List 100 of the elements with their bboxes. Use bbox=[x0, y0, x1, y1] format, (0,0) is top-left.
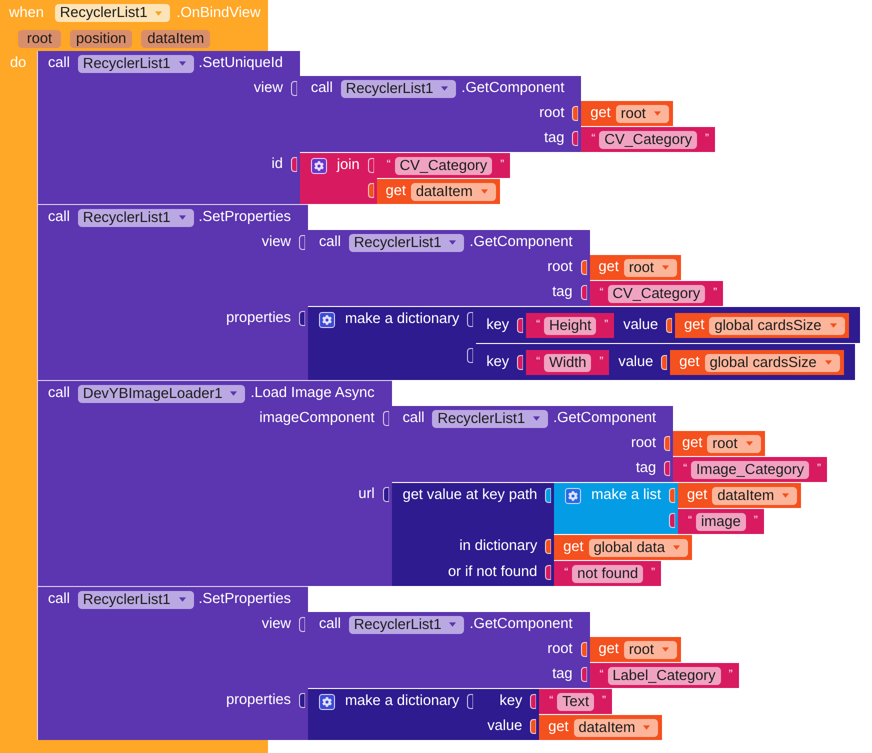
input-label: get value at key path bbox=[402, 486, 538, 505]
caret-icon bbox=[672, 545, 680, 550]
caret-icon bbox=[662, 265, 669, 270]
parameter-label[interactable]: dataItem bbox=[141, 30, 210, 48]
component-dropdown[interactable]: RecyclerList1 bbox=[54, 4, 170, 22]
quote-mark: ” bbox=[713, 286, 718, 298]
variable-dropdown[interactable]: root bbox=[624, 258, 677, 276]
variable-dropdown[interactable]: global cardsSize bbox=[704, 354, 840, 372]
connector-tab-icon bbox=[545, 539, 552, 554]
keyword-label: call bbox=[48, 590, 70, 609]
variable-dropdown[interactable]: dataItem bbox=[712, 486, 798, 504]
method-label: .GetComponent bbox=[469, 233, 573, 252]
parameter-label[interactable]: root bbox=[18, 30, 61, 48]
gear-icon[interactable] bbox=[318, 312, 335, 328]
connector-tab-icon bbox=[298, 235, 305, 250]
caret-icon bbox=[782, 493, 790, 498]
connector-tab-icon bbox=[467, 312, 474, 327]
keyword-label: get bbox=[687, 486, 708, 505]
quote-mark: “ bbox=[683, 462, 688, 474]
quote-mark: ” bbox=[500, 158, 504, 170]
component-dropdown[interactable]: RecyclerList1 bbox=[432, 410, 548, 428]
keyword-label: call bbox=[48, 384, 70, 403]
block-label: make a dictionary bbox=[344, 692, 460, 711]
component-dropdown[interactable]: RecyclerList1 bbox=[348, 234, 464, 252]
caret-icon bbox=[449, 622, 456, 627]
quote-mark: “ bbox=[600, 286, 604, 298]
keyword-label: get bbox=[598, 640, 619, 659]
keyword-label: call bbox=[48, 208, 70, 227]
caret-icon bbox=[746, 441, 753, 446]
input-label: root bbox=[630, 434, 656, 453]
input-label: in dictionary bbox=[459, 537, 538, 556]
variable-dropdown[interactable]: dataItem bbox=[410, 182, 496, 200]
method-label: .GetComponent bbox=[469, 615, 573, 634]
keyword-label: do bbox=[10, 55, 26, 71]
keyword-label: when bbox=[9, 4, 44, 22]
gear-icon[interactable] bbox=[318, 694, 335, 710]
variable-dropdown[interactable]: root bbox=[616, 104, 669, 122]
connector-tab-icon bbox=[382, 487, 389, 502]
connector-tab-icon bbox=[298, 311, 305, 326]
quote-mark: “ bbox=[600, 668, 604, 680]
input-label: imageComponent bbox=[259, 409, 375, 428]
quote-mark: ” bbox=[651, 566, 656, 578]
component-dropdown[interactable]: RecyclerList1 bbox=[78, 208, 194, 226]
quote-mark: ” bbox=[728, 668, 733, 680]
caret-icon bbox=[643, 725, 650, 730]
input-label: root bbox=[539, 104, 564, 123]
quote-mark: “ bbox=[591, 132, 596, 144]
caret-icon bbox=[178, 597, 186, 602]
string-field[interactable]: CV_Category bbox=[608, 284, 706, 302]
string-field[interactable]: Text bbox=[557, 692, 594, 710]
string-field[interactable]: CV_Category bbox=[394, 156, 492, 174]
connector-tab-icon bbox=[290, 157, 297, 172]
connector-tab-icon bbox=[517, 355, 524, 370]
variable-dropdown[interactable]: root bbox=[624, 640, 677, 658]
variable-dropdown[interactable]: dataItem bbox=[574, 718, 658, 736]
input-label: value bbox=[618, 353, 654, 372]
connector-tab-icon bbox=[467, 348, 474, 363]
component-dropdown[interactable]: DevYBImageLoader1 bbox=[78, 384, 246, 402]
connector-tab-icon bbox=[664, 461, 670, 476]
connector-tab-icon bbox=[298, 617, 305, 632]
component-dropdown[interactable]: RecyclerList1 bbox=[78, 54, 194, 72]
input-label: id bbox=[272, 155, 283, 174]
quote-mark: “ bbox=[536, 318, 540, 330]
variable-dropdown[interactable]: global cardsSize bbox=[709, 316, 845, 334]
method-label: .GetComponent bbox=[461, 79, 564, 98]
connector-tab-icon bbox=[290, 81, 297, 96]
keyword-label: call bbox=[318, 615, 341, 634]
method-label: .SetProperties bbox=[198, 208, 291, 227]
variable-dropdown[interactable]: root bbox=[707, 434, 761, 452]
component-dropdown[interactable]: RecyclerList1 bbox=[340, 80, 456, 98]
connector-tab-icon bbox=[572, 106, 578, 121]
input-label: properties bbox=[226, 691, 291, 710]
input-label: view bbox=[262, 615, 291, 634]
input-label: tag bbox=[544, 129, 564, 148]
gear-icon[interactable] bbox=[310, 158, 327, 174]
string-field[interactable]: image bbox=[696, 512, 746, 530]
input-label: root bbox=[547, 258, 573, 277]
string-field[interactable]: Width bbox=[544, 354, 592, 372]
input-label: view bbox=[262, 233, 291, 252]
quote-mark: ” bbox=[604, 318, 608, 330]
quote-mark: “ bbox=[386, 158, 391, 170]
string-field[interactable]: Label_Category bbox=[608, 666, 721, 684]
string-field[interactable]: not found bbox=[572, 564, 644, 582]
quote-mark: ” bbox=[817, 462, 822, 474]
connector-tab-icon bbox=[545, 565, 552, 580]
component-dropdown[interactable]: RecyclerList1 bbox=[348, 616, 464, 634]
keyword-label: call bbox=[402, 409, 424, 428]
quote-mark: ” bbox=[705, 132, 710, 144]
method-label: .Load Image Async bbox=[250, 384, 375, 403]
input-label: value bbox=[623, 316, 658, 335]
component-dropdown[interactable]: RecyclerList1 bbox=[78, 590, 194, 608]
event-name-label: .OnBindView bbox=[176, 4, 261, 22]
parameter-label[interactable]: position bbox=[70, 30, 132, 48]
caret-icon bbox=[441, 86, 448, 91]
variable-dropdown[interactable]: global data bbox=[588, 538, 688, 556]
string-field[interactable]: Image_Category bbox=[691, 460, 810, 478]
keyword-label: get bbox=[548, 718, 569, 737]
string-field[interactable]: CV_Category bbox=[599, 130, 698, 148]
connector-tab-icon bbox=[664, 436, 670, 451]
string-field[interactable]: Height bbox=[544, 316, 596, 334]
